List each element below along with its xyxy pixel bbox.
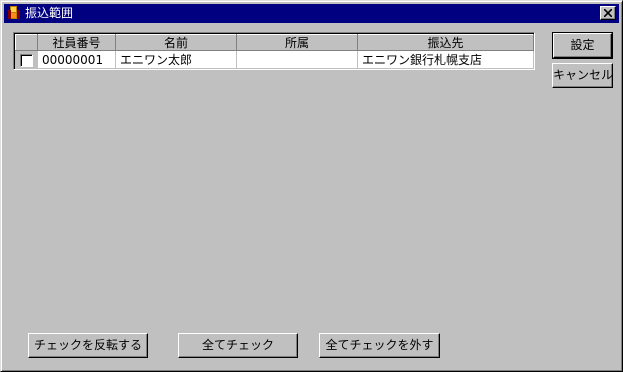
cell-name[interactable]: エニワン太郎	[115, 50, 237, 69]
invert-check-button[interactable]: チェックを反転する	[28, 333, 148, 358]
dialog-window: 振込範囲 社員番号 名前 所属 振込先 00000001 エニワン太郎 エニワン…	[0, 0, 623, 372]
column-header-employee-id[interactable]: 社員番号	[37, 34, 116, 51]
cancel-button[interactable]: キャンセル	[552, 63, 613, 88]
ok-button[interactable]: 設定	[552, 32, 613, 59]
table-row[interactable]: 00000001 エニワン太郎 エニワン銀行札幌支店	[15, 50, 534, 69]
column-header-department[interactable]: 所属	[236, 34, 358, 51]
row-select-cell[interactable]	[15, 50, 38, 69]
close-button[interactable]	[600, 6, 616, 20]
employee-grid[interactable]: 社員番号 名前 所属 振込先 00000001 エニワン太郎 エニワン銀行札幌支…	[13, 32, 535, 70]
cell-bank[interactable]: エニワン銀行札幌支店	[357, 50, 534, 69]
column-header-select[interactable]	[15, 34, 38, 51]
check-all-button[interactable]: 全てチェック	[178, 333, 298, 358]
grid-header-row: 社員番号 名前 所属 振込先	[15, 34, 534, 51]
cell-department[interactable]	[236, 50, 358, 69]
window-title: 振込範囲	[25, 6, 74, 20]
row-checkbox[interactable]	[19, 53, 33, 67]
title-bar[interactable]: 振込範囲	[4, 4, 619, 23]
cell-employee-id[interactable]: 00000001	[37, 50, 116, 69]
close-icon	[604, 9, 612, 17]
uncheck-all-button[interactable]: 全てチェックを外す	[319, 333, 440, 358]
column-header-bank[interactable]: 振込先	[357, 34, 534, 51]
column-header-name[interactable]: 名前	[115, 34, 237, 51]
app-icon	[6, 5, 22, 21]
